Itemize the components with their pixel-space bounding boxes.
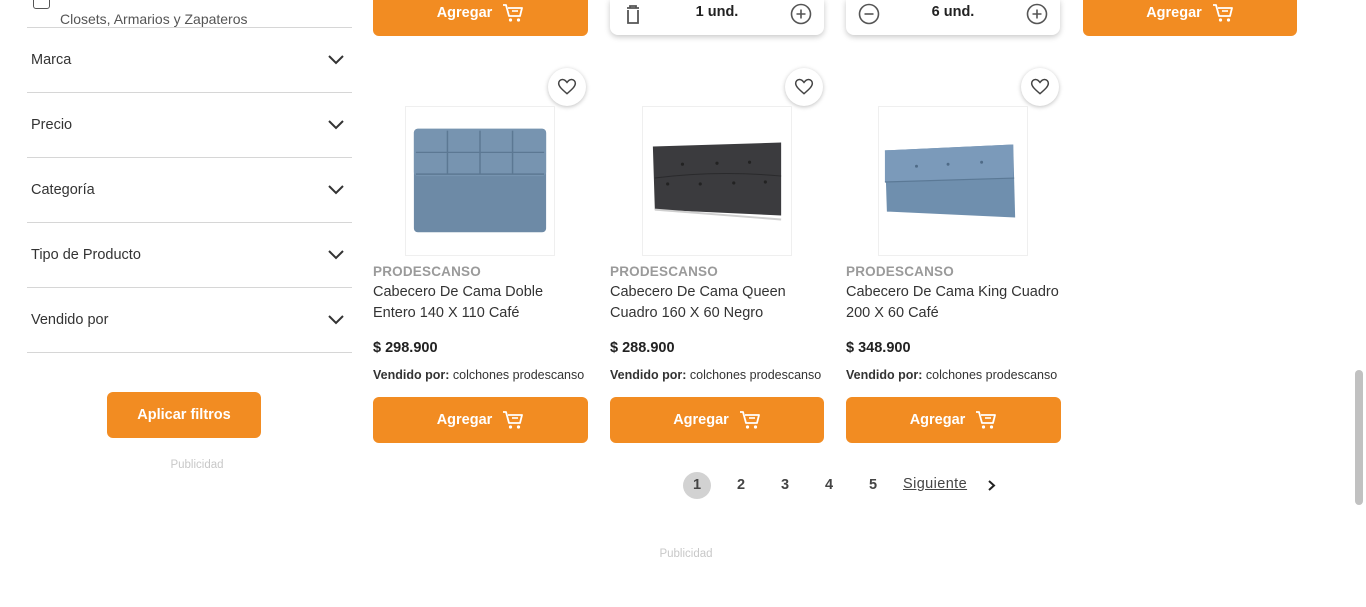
advertising-label: Publicidad (659, 548, 713, 560)
heart-icon (1030, 78, 1050, 95)
chevron-down-icon (328, 55, 344, 65)
headboard-image (413, 128, 547, 233)
filter-marca[interactable]: Marca (27, 28, 352, 93)
advertising-label: Publicidad (170, 459, 224, 471)
product-brand: PRODESCANSO (846, 264, 954, 279)
favorite-button[interactable] (785, 68, 823, 106)
product-card[interactable]: PRODESCANSO Cabecero De Cama Doble Enter… (373, 0, 588, 443)
apply-filters-button[interactable]: Aplicar filtros (107, 392, 261, 438)
add-to-cart-label: Agregar (1146, 5, 1202, 21)
add-to-cart-label: Agregar (909, 412, 966, 428)
heart-icon (557, 78, 577, 95)
chevron-down-icon (328, 185, 344, 195)
product-price: $ 348.900 (846, 340, 911, 356)
filter-tipo-producto[interactable]: Tipo de Producto (27, 223, 352, 288)
product-price: $ 298.900 (373, 340, 438, 356)
add-to-cart-button[interactable]: Agregar (846, 397, 1061, 443)
page-4-button[interactable]: 4 (815, 472, 843, 499)
seller-name: colchones prodescanso (452, 368, 585, 382)
headboard-image (884, 144, 1016, 218)
cart-icon (976, 411, 997, 429)
product-price: $ 288.900 (610, 340, 675, 356)
filter-sidebar: Closets, Armarios y Zapateros Marca Prec… (0, 0, 360, 607)
product-seller: Vendido por: colchones prodescanso (846, 368, 1061, 382)
seller-name: colchones prodescanso (689, 368, 822, 382)
product-image[interactable] (642, 106, 792, 256)
chevron-down-icon (328, 315, 344, 325)
page-1-button[interactable]: 1 (683, 472, 711, 499)
add-to-cart-button[interactable]: Agregar (373, 397, 588, 443)
product-seller: Vendido por: colchones prodescanso (610, 368, 825, 382)
page-3-button[interactable]: 3 (771, 472, 799, 499)
headboard-image (652, 142, 782, 221)
chevron-down-icon (328, 120, 344, 130)
filter-precio[interactable]: Precio (27, 93, 352, 158)
product-seller: Vendido por: colchones prodescanso (373, 368, 588, 382)
add-to-cart-button[interactable]: Agregar (1083, 0, 1297, 36)
filter-label: Vendido por (31, 312, 109, 328)
favorite-button[interactable] (548, 68, 586, 106)
add-to-cart-button[interactable]: Agregar (610, 397, 824, 443)
seller-prefix: Vendido por: (373, 368, 450, 382)
category-option-partial[interactable]: Closets, Armarios y Zapateros (31, 0, 351, 27)
product-name[interactable]: Cabecero De Cama Doble Entero 140 X 110 … (373, 282, 588, 324)
product-card[interactable]: PRODESCANSO Cabecero De Cama King Cuadro… (846, 0, 1061, 443)
filter-label: Categoría (31, 182, 95, 198)
seller-prefix: Vendido por: (846, 368, 923, 382)
add-to-cart-label: Agregar (436, 412, 493, 428)
cart-icon (1212, 4, 1233, 22)
add-to-cart-label: Agregar (673, 412, 729, 428)
checkbox[interactable] (33, 0, 50, 9)
chevron-right-icon[interactable] (986, 479, 996, 492)
favorite-button[interactable] (1021, 68, 1059, 106)
filter-label: Precio (31, 117, 73, 133)
chevron-down-icon (328, 250, 344, 260)
seller-name: colchones prodescanso (925, 368, 1058, 382)
product-brand: PRODESCANSO (373, 264, 481, 279)
filter-categoria[interactable]: Categoría (27, 158, 352, 223)
seller-prefix: Vendido por: (610, 368, 687, 382)
product-brand: PRODESCANSO (610, 264, 718, 279)
filter-label: Marca (31, 52, 72, 68)
next-page-link[interactable]: Siguiente (903, 476, 967, 492)
filter-vendido-por[interactable]: Vendido por (27, 288, 352, 353)
cart-icon (503, 411, 524, 429)
product-name[interactable]: Cabecero De Cama King Cuadro 200 X 60 Ca… (846, 282, 1061, 324)
page-5-button[interactable]: 5 (859, 472, 887, 499)
product-name[interactable]: Cabecero De Cama Queen Cuadro 160 X 60 N… (610, 282, 825, 324)
heart-icon (794, 78, 814, 95)
page-2-button[interactable]: 2 (727, 472, 755, 499)
filter-label: Tipo de Producto (31, 247, 141, 263)
cart-icon (739, 411, 760, 429)
product-image[interactable] (878, 106, 1028, 256)
product-image[interactable] (405, 106, 555, 256)
scrollbar-thumb[interactable] (1355, 370, 1363, 505)
category-option-label: Closets, Armarios y Zapateros (60, 11, 248, 27)
product-card[interactable]: PRODESCANSO Cabecero De Cama Queen Cuadr… (610, 0, 825, 443)
